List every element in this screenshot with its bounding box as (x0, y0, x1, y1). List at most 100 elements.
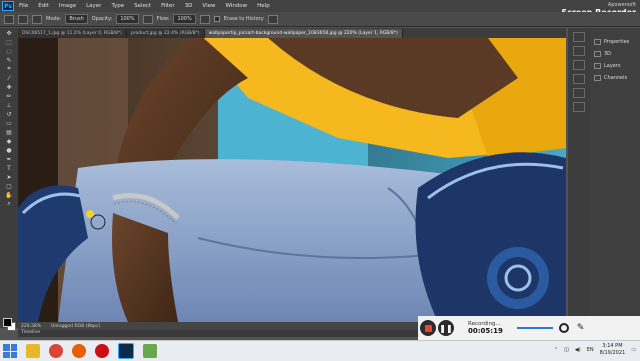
erase-history-checkbox[interactable] (213, 16, 220, 22)
blur-tool-icon[interactable]: ◆ (4, 137, 14, 145)
menu-edit[interactable]: Edit (33, 3, 54, 9)
airbrush-icon[interactable] (199, 14, 210, 24)
channels-icon (594, 75, 601, 81)
notification-icon[interactable]: ▭ (631, 347, 636, 353)
pen-tool-icon[interactable]: ✒ (4, 155, 14, 163)
brush-panel-icon[interactable] (32, 14, 42, 24)
menu-filter[interactable]: Filter (156, 3, 180, 9)
panel-3d-label: 3D (604, 51, 612, 57)
menu-image[interactable]: Image (54, 3, 81, 9)
tab-dsc06517[interactable]: DSC06517_1.jpg @ 11.2% (Layer 0, RGB/8*) (18, 29, 127, 38)
tab-product[interactable]: product.jpg @ 22.4% (RGB/8*) (126, 29, 205, 38)
history-panel-icon[interactable] (573, 32, 585, 42)
zoom-tool-icon[interactable]: ⌕ (4, 200, 14, 208)
gradient-tool-icon[interactable]: ▤ (4, 128, 14, 136)
eraser-preset-icon[interactable] (4, 14, 14, 24)
panel-channels[interactable]: Channels (590, 72, 640, 84)
volume-slider[interactable] (516, 327, 553, 329)
clone-source-icon[interactable] (573, 74, 585, 84)
erase-history-label: Erase to History (223, 16, 264, 22)
character-panel-icon[interactable] (573, 88, 585, 98)
photoshop-logo: Ps (2, 1, 14, 11)
brush-size-icon[interactable] (18, 14, 28, 24)
options-bar: Mode: Brush Opacity: 100% Flow: 100% Era… (0, 12, 640, 27)
opacity-label: Opacity: (91, 16, 113, 22)
document-info[interactable]: Untagged RGB (8bpc) (51, 324, 100, 329)
pause-icon: ❚❚ (439, 323, 453, 333)
menu-select[interactable]: Select (129, 3, 156, 9)
menu-3d[interactable]: 3D (180, 3, 198, 9)
menu-bar: Ps File Edit Image Layer Type Select Fil… (0, 0, 640, 17)
tools-panel: ✥ ⬚ ◌ ✎ ⌗ ⁄ ✚ ✏ ⊥ ↺ ▭ ▤ ◆ ● ✒ T ➤ ▢ ✋ ⌕ (0, 28, 19, 331)
3d-icon (594, 51, 601, 57)
language-indicator[interactable]: EN (587, 347, 594, 353)
stacked-app-icon[interactable] (143, 344, 157, 358)
document-canvas[interactable] (18, 38, 566, 322)
annotate-pen-icon[interactable]: ✎ (577, 323, 585, 333)
document-tabs: DSC06517_1.jpg @ 11.2% (Layer 0, RGB/8*)… (18, 28, 566, 38)
network-icon[interactable]: ◫ (564, 347, 569, 353)
stop-icon (424, 324, 432, 332)
pause-recording-button[interactable]: ❚❚ (438, 320, 454, 336)
pressure-size-icon[interactable] (267, 14, 278, 24)
photo-artwork (18, 38, 566, 322)
mode-dropdown[interactable]: Brush (65, 14, 88, 24)
brush-tool-icon[interactable]: ✏ (4, 92, 14, 100)
shape-tool-icon[interactable]: ▢ (4, 182, 14, 190)
panel-3d[interactable]: 3D (590, 48, 640, 60)
type-tool-icon[interactable]: T (4, 164, 14, 172)
clock-time: 3:14 PM (602, 343, 623, 349)
lasso-tool-icon[interactable]: ◌ (4, 47, 14, 55)
tray-arrow-icon[interactable]: ⌃ (554, 347, 558, 353)
menu-type[interactable]: Type (106, 3, 129, 9)
panel-icon-strip (568, 28, 590, 328)
recorder-widget: ❚❚ Recording... 00:05:19 ✎ (418, 316, 640, 340)
path-select-tool-icon[interactable]: ➤ (4, 173, 14, 181)
eraser-tool-icon[interactable]: ▭ (4, 119, 14, 127)
flow-field[interactable]: 100% (173, 14, 196, 24)
flow-label: Flow: (156, 16, 170, 22)
windows-taskbar: ⌃ ◫ ◀) EN 3:14 PM 8/19/2021 ▭ (0, 340, 640, 361)
recording-timer: 00:05:19 (468, 327, 503, 335)
menu-file[interactable]: File (14, 3, 33, 9)
panel-channels-label: Channels (604, 75, 628, 81)
clock-date: 8/19/2021 (599, 350, 626, 356)
stamp-tool-icon[interactable]: ⊥ (4, 101, 14, 109)
hand-tool-icon[interactable]: ✋ (4, 191, 14, 199)
menu-window[interactable]: Window (220, 3, 252, 9)
panel-layers[interactable]: Layers (590, 60, 640, 72)
stop-recording-button[interactable] (420, 320, 436, 336)
actions-panel-icon[interactable] (573, 46, 585, 56)
opera-icon[interactable] (95, 344, 109, 358)
crop-tool-icon[interactable]: ⌗ (4, 65, 14, 73)
start-button[interactable] (3, 344, 17, 358)
photoshop-taskbar-icon[interactable] (118, 343, 134, 359)
quick-select-tool-icon[interactable]: ✎ (4, 56, 14, 64)
pressure-opacity-icon[interactable] (142, 14, 153, 24)
history-brush-tool-icon[interactable]: ↺ (4, 110, 14, 118)
eyedropper-tool-icon[interactable]: ⁄ (4, 74, 14, 82)
zoom-readout[interactable]: 220.38% (21, 324, 41, 329)
panel-properties[interactable]: Properties (590, 36, 640, 48)
system-tray: ⌃ ◫ ◀) EN 3:14 PM 8/19/2021 ▭ (554, 343, 636, 357)
marquee-tool-icon[interactable]: ⬚ (4, 38, 14, 46)
mode-label: Mode: (46, 16, 62, 22)
recording-info: Recording... 00:05:19 (468, 321, 503, 335)
chrome-icon[interactable] (49, 344, 63, 358)
file-explorer-icon[interactable] (26, 344, 40, 358)
move-tool-icon[interactable]: ✥ (4, 29, 14, 37)
webcam-icon[interactable] (558, 323, 569, 333)
firefox-icon[interactable] (72, 344, 86, 358)
dodge-tool-icon[interactable]: ● (4, 146, 14, 154)
clock[interactable]: 3:14 PM 8/19/2021 (600, 343, 626, 357)
menu-help[interactable]: Help (252, 3, 275, 9)
menu-view[interactable]: View (197, 3, 220, 9)
volume-icon[interactable]: ◀) (575, 347, 581, 353)
paragraph-panel-icon[interactable] (573, 102, 585, 112)
opacity-field[interactable]: 100% (116, 14, 139, 24)
healing-tool-icon[interactable]: ✚ (4, 83, 14, 91)
foreground-color-swatch[interactable] (3, 318, 12, 327)
brush-panel-icon[interactable] (573, 60, 585, 70)
menu-layer[interactable]: Layer (81, 3, 106, 9)
tab-wallpaper[interactable]: wallpapertip_picsart-background-wallpape… (204, 29, 403, 38)
